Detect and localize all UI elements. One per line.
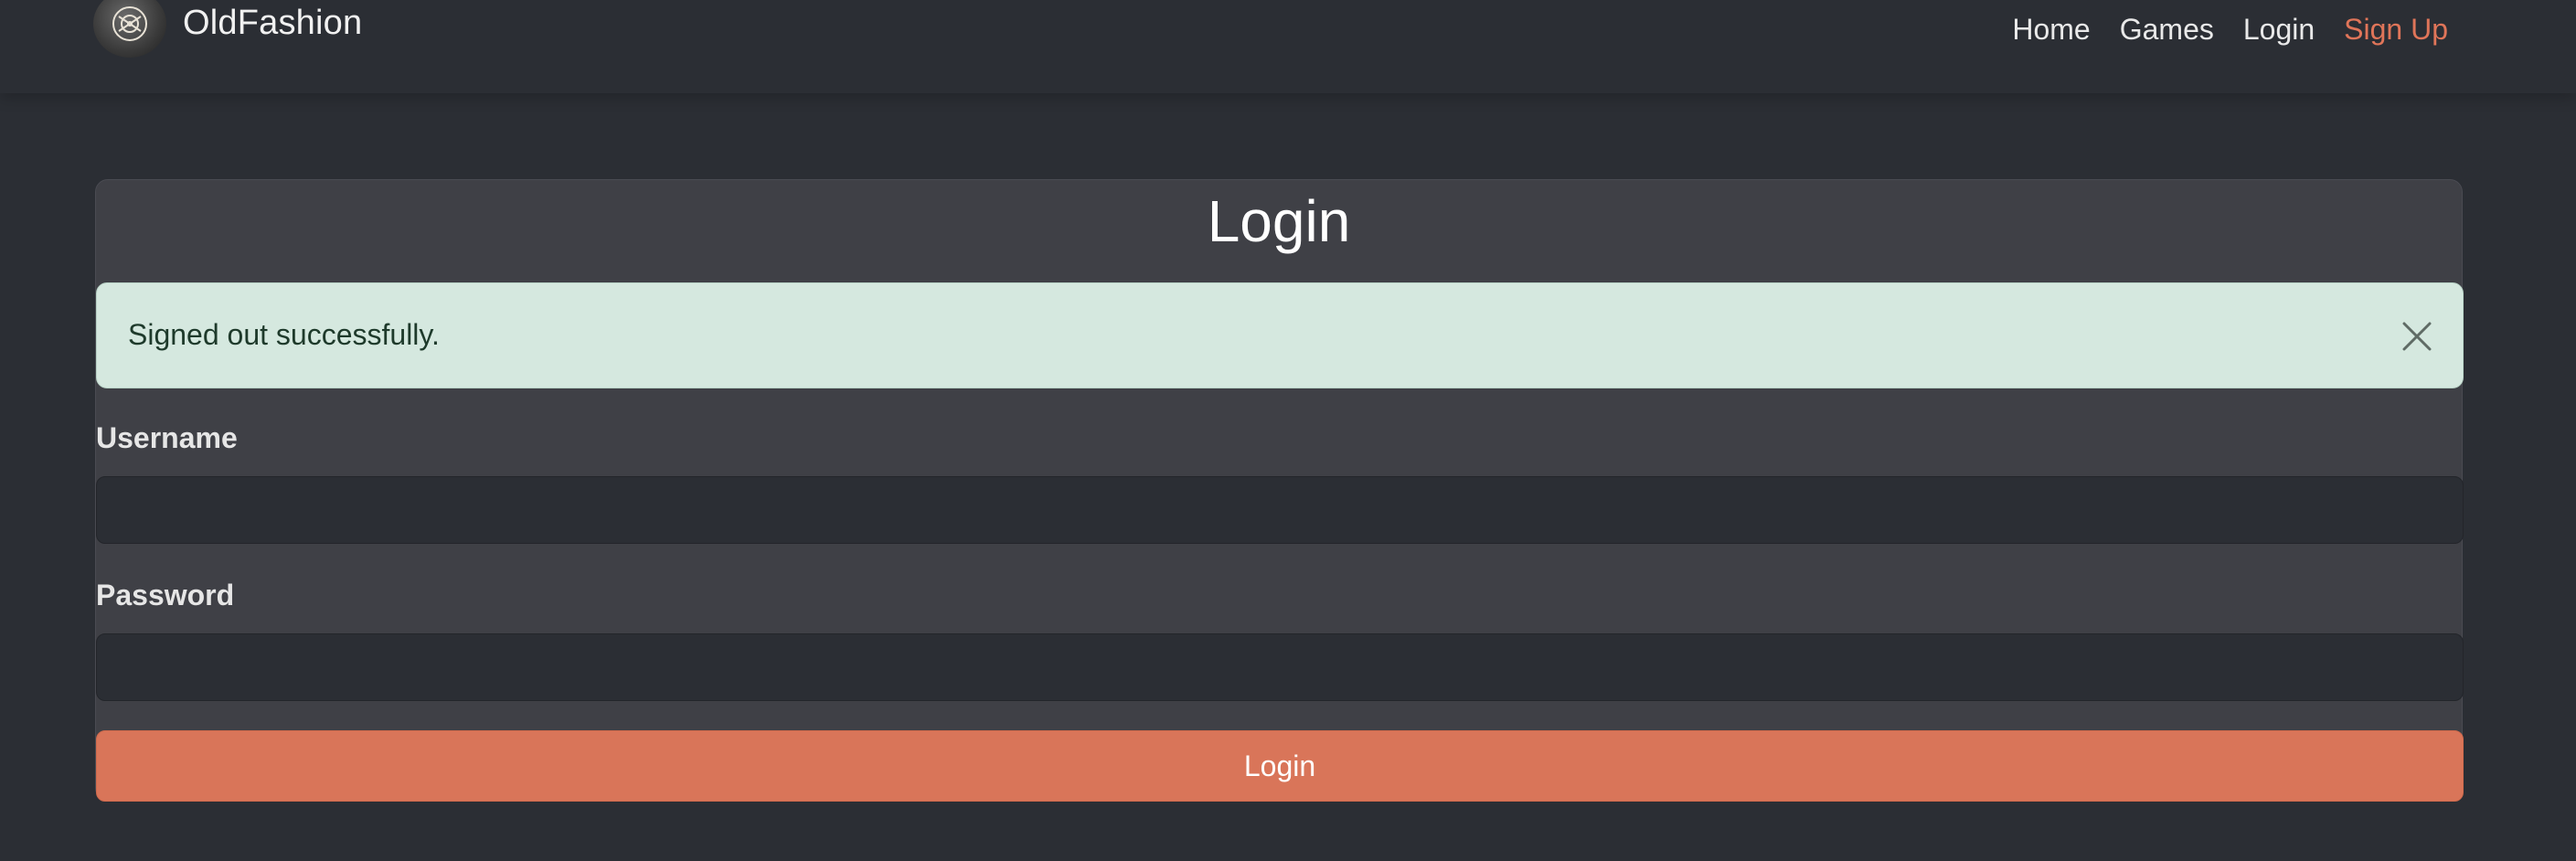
nav-link-games[interactable]: Games	[2120, 13, 2214, 47]
nav-links: Home Games Login Sign Up	[2012, 13, 2448, 47]
close-icon[interactable]	[2399, 318, 2435, 355]
brand-name: OldFashion	[183, 3, 363, 42]
login-button[interactable]: Login	[96, 730, 2464, 802]
nav-link-login[interactable]: Login	[2243, 13, 2315, 47]
password-input[interactable]	[96, 633, 2464, 701]
password-label: Password	[96, 579, 235, 611]
nav-link-home[interactable]: Home	[2012, 13, 2090, 47]
username-label: Username	[96, 421, 238, 454]
navbar: OldFashion Home Games Login Sign Up	[0, 0, 2576, 93]
success-alert: Signed out successfully.	[96, 282, 2464, 388]
brand-link[interactable]: OldFashion	[93, 0, 362, 68]
username-input[interactable]	[96, 476, 2464, 544]
logo-icon	[93, 0, 166, 58]
login-card: Login Signed out successfully. Username …	[95, 179, 2464, 802]
nav-link-sign-up[interactable]: Sign Up	[2344, 13, 2448, 47]
page-title: Login	[1207, 188, 1351, 254]
alert-message: Signed out successfully.	[128, 318, 440, 351]
